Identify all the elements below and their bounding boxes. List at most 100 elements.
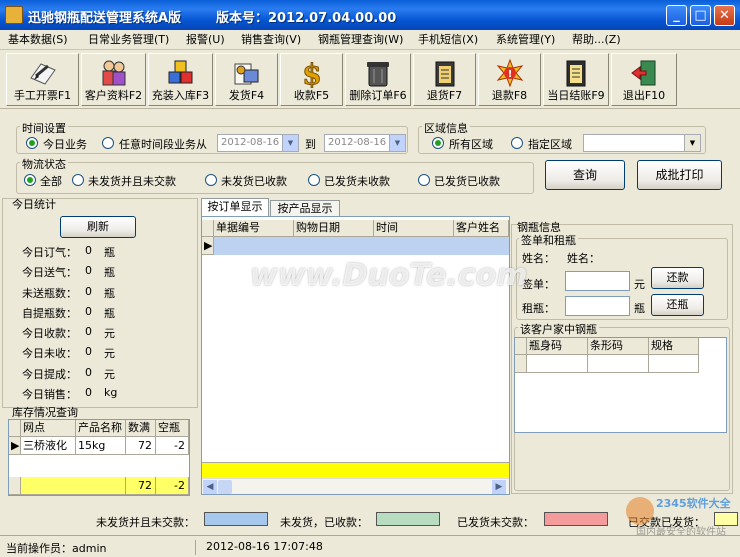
specific-area-label: 指定区域 bbox=[528, 138, 572, 151]
menu-sales-query[interactable]: 销售查询(V) bbox=[241, 32, 301, 48]
inventory-cell[interactable]: -2 bbox=[156, 437, 189, 455]
row-indicator bbox=[515, 355, 527, 373]
inventory-title: 库存情况查询 bbox=[12, 406, 78, 419]
return-goods-button[interactable]: 退货F7 bbox=[413, 53, 476, 106]
inventory-cell[interactable]: 三桥液化 bbox=[21, 437, 76, 455]
return-bottle-button[interactable]: 还瓶 bbox=[651, 294, 704, 316]
inventory-cell[interactable]: 72 bbox=[126, 437, 156, 455]
bottle-cell[interactable] bbox=[527, 355, 588, 373]
status-shipped-paid-radio[interactable] bbox=[418, 174, 430, 186]
legend-swatch bbox=[544, 512, 608, 526]
customer-info-label: 客户资料F2 bbox=[84, 89, 143, 102]
alert-icon: ! bbox=[496, 58, 523, 88]
corner-watermark-title: 2345软件大全 bbox=[656, 497, 731, 510]
stat-unit: 瓶 bbox=[104, 287, 115, 300]
daily-settlement-label: 当日结账F9 bbox=[547, 89, 605, 102]
today-business-radio[interactable] bbox=[26, 137, 38, 149]
order-header-number: 单据编号 bbox=[214, 220, 294, 237]
inventory-grid: 网点 产品名称 数满 空瓶 ▶ 三桥液化 15kg 72 -2 72 -2 bbox=[8, 419, 190, 496]
scroll-left-icon[interactable]: ◀ bbox=[203, 480, 217, 494]
date-range-label: 任意时间段业务从 bbox=[119, 138, 207, 151]
to-date-picker[interactable]: 2012-08-16 ▼ bbox=[324, 134, 406, 152]
fill-stock-in-button[interactable]: 充装入库F3 bbox=[148, 53, 213, 106]
stat-value: 0 bbox=[85, 345, 92, 358]
batch-print-button[interactable]: 成批打印 bbox=[637, 160, 722, 190]
status-all-radio[interactable] bbox=[24, 174, 36, 186]
menu-system[interactable]: 系统管理(Y) bbox=[496, 32, 555, 48]
scroll-right-icon[interactable]: ▶ bbox=[492, 480, 506, 494]
minimize-button[interactable]: _ bbox=[666, 5, 687, 26]
all-areas-radio[interactable] bbox=[432, 137, 444, 149]
legend-label: 已发货未交款： bbox=[457, 516, 534, 529]
delete-order-label: 删除订单F6 bbox=[349, 89, 407, 102]
tab-by-product[interactable]: 按产品显示 bbox=[270, 200, 340, 216]
menu-basic-data[interactable]: 基本数据(S) bbox=[8, 32, 68, 48]
return-goods-label: 退货F7 bbox=[426, 89, 463, 102]
specific-area-radio[interactable] bbox=[511, 137, 523, 149]
refund-button[interactable]: ! 退款F8 bbox=[478, 53, 541, 106]
title-bar: 迅驰钢瓶配送管理系统A版 版本号：2012.07.04.00.00 _ □ ✕ bbox=[0, 0, 740, 30]
legend-swatch bbox=[376, 512, 440, 526]
status-shipped-unpaid-radio[interactable] bbox=[308, 174, 320, 186]
stat-label: 今日未收： bbox=[22, 347, 77, 360]
svg-text:!: ! bbox=[507, 69, 512, 80]
bottle-cell[interactable] bbox=[649, 355, 699, 373]
area-select[interactable]: ▼ bbox=[583, 134, 701, 152]
version-label: 版本号：2012.07.04.00.00 bbox=[216, 11, 397, 26]
status-all-label: 全部 bbox=[40, 175, 62, 188]
stat-value: 0 bbox=[85, 305, 92, 318]
exit-button[interactable]: 退出F10 bbox=[611, 53, 677, 106]
bottle-header-barcode: 条形码 bbox=[588, 338, 649, 355]
collect-payment-button[interactable]: $ 收款F5 bbox=[280, 53, 343, 106]
return-payment-button[interactable]: 还款 bbox=[651, 267, 704, 289]
bottle-cell[interactable] bbox=[588, 355, 649, 373]
exit-label: 退出F10 bbox=[622, 89, 666, 102]
close-button[interactable]: ✕ bbox=[714, 5, 735, 26]
manual-invoice-button[interactable]: 手工开票F1 bbox=[6, 53, 79, 106]
inventory-header-full: 数满 bbox=[126, 420, 156, 437]
menu-alarm[interactable]: 报警(U) bbox=[186, 32, 225, 48]
status-unshipped-paid-radio[interactable] bbox=[205, 174, 217, 186]
stat-label: 今日收款： bbox=[22, 327, 77, 340]
stat-unit: 元 bbox=[104, 327, 115, 340]
bottle-header-body-code: 瓶身码 bbox=[527, 338, 588, 355]
daily-settlement-button[interactable]: 当日结账F9 bbox=[543, 53, 609, 106]
menu-cylinder-query[interactable]: 钢瓶管理查询(W) bbox=[318, 32, 403, 48]
horizontal-scrollbar[interactable]: ◀ ▶ bbox=[202, 478, 509, 494]
ship-label: 发货F4 bbox=[228, 89, 265, 102]
status-shipped-unpaid-label: 已发货未收款 bbox=[324, 175, 390, 188]
from-date-picker[interactable]: 2012-08-16 ▼ bbox=[217, 134, 299, 152]
ship-button[interactable]: 发货F4 bbox=[215, 53, 278, 106]
rent-unit: 瓶 bbox=[634, 302, 645, 315]
maximize-button[interactable]: □ bbox=[690, 5, 711, 26]
order-header-customer: 客户姓名 bbox=[454, 220, 509, 237]
delete-order-button[interactable]: 删除订单F6 bbox=[345, 53, 411, 106]
sign-amount-field[interactable] bbox=[565, 271, 630, 291]
pen-paper-icon bbox=[29, 63, 56, 85]
menu-daily-business[interactable]: 日常业务管理(T) bbox=[88, 32, 169, 48]
svg-text:$: $ bbox=[302, 58, 321, 88]
sign-rent-label: 签单和租瓶 bbox=[519, 232, 578, 248]
all-areas-label: 所有区域 bbox=[449, 138, 493, 151]
today-stats-title: 今日统计 bbox=[12, 198, 56, 211]
date-range-radio[interactable] bbox=[102, 137, 114, 149]
menu-help[interactable]: 帮助...(Z) bbox=[572, 32, 621, 48]
stat-value: 0 bbox=[85, 325, 92, 338]
refresh-button[interactable]: 刷新 bbox=[60, 216, 136, 238]
inventory-total-full: 72 bbox=[126, 477, 156, 495]
customer-info-button[interactable]: 客户资料F2 bbox=[81, 53, 146, 106]
tab-by-order[interactable]: 按订单显示 bbox=[201, 198, 269, 216]
menu-sms[interactable]: 手机短信(X) bbox=[418, 32, 478, 48]
rent-bottles-field[interactable] bbox=[565, 296, 630, 316]
operator-status: 当前操作员：admin bbox=[6, 540, 196, 555]
order-header-date: 购物日期 bbox=[294, 220, 374, 237]
to-label: 到 bbox=[305, 138, 316, 151]
status-unshipped-unpaid-radio[interactable] bbox=[72, 174, 84, 186]
query-button[interactable]: 查询 bbox=[545, 160, 625, 190]
order-selected-row[interactable] bbox=[214, 237, 509, 255]
stat-label: 今日销售： bbox=[22, 388, 77, 401]
stat-value: 0 bbox=[85, 366, 92, 379]
inventory-cell[interactable]: 15kg bbox=[76, 437, 126, 455]
scroll-thumb[interactable] bbox=[218, 480, 232, 494]
fill-stock-in-label: 充装入库F3 bbox=[151, 89, 210, 102]
